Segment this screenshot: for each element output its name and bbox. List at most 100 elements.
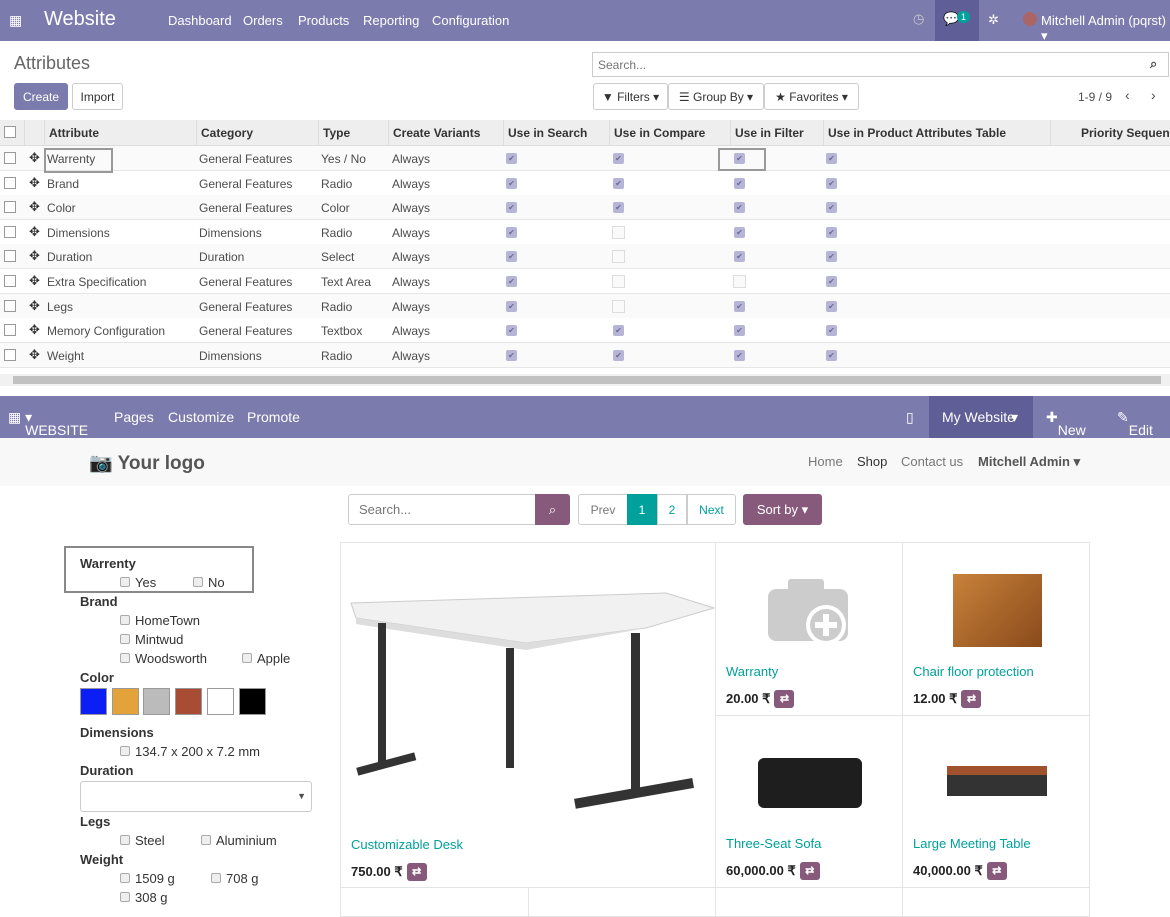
site-logo[interactable]: 📷 Your logo — [89, 451, 205, 475]
avatar[interactable] — [1023, 12, 1037, 26]
product-name[interactable]: Customizable Desk — [351, 837, 463, 852]
table-row[interactable]: ✥ Dimensions Dimensions Radio Always ✔ ✔ ✔ — [0, 219, 1170, 245]
product-card[interactable] — [528, 887, 716, 917]
color-swatch[interactable] — [80, 688, 107, 715]
col-use-in-compare[interactable]: Use in Compare — [609, 120, 709, 146]
drag-handle-icon[interactable]: ✥ — [29, 273, 40, 289]
search-input[interactable] — [592, 52, 1169, 77]
compare-icon[interactable]: ⇄ — [406, 863, 427, 881]
drag-handle-icon[interactable]: ✥ — [29, 248, 40, 264]
user-menu[interactable]: Mitchell Admin (pqrst) ▾ — [1041, 13, 1170, 44]
row-checkbox[interactable] — [4, 250, 16, 263]
favorites-button[interactable]: ★ Favorites ▾ — [764, 83, 859, 110]
col-category[interactable]: Category — [196, 120, 257, 146]
col-create-variants[interactable]: Create Variants — [388, 120, 484, 146]
product-card[interactable]: Warranty 20.00 ₹ ⇄ — [715, 542, 903, 716]
nav-home[interactable]: Home — [808, 454, 843, 469]
color-swatch[interactable] — [143, 688, 171, 715]
col-priority-sequence[interactable]: Priority Sequence — [1050, 120, 1170, 146]
drag-handle-icon[interactable]: ✥ — [29, 224, 40, 240]
menu-dashboard[interactable]: Dashboard — [168, 13, 232, 28]
import-button[interactable]: Import — [72, 83, 123, 110]
col-use-in-pat[interactable]: Use in Product Attributes Table — [823, 120, 1010, 146]
row-checkbox[interactable] — [4, 348, 16, 361]
table-row[interactable]: ✥ Weight Dimensions Radio Always ✔ ✔ ✔ ✔ — [0, 342, 1170, 368]
duration-select[interactable]: ▼ — [80, 781, 312, 812]
product-card[interactable]: Customizable Desk 750.00 ₹ ⇄ — [340, 542, 716, 888]
color-swatch[interactable] — [111, 688, 139, 715]
page-2[interactable]: 2 — [657, 494, 687, 525]
row-checkbox[interactable] — [4, 201, 16, 214]
apps-menu-icon[interactable]: ▦ — [9, 12, 22, 29]
drag-handle-icon[interactable]: ✥ — [29, 347, 40, 363]
filter-option[interactable]: HomeTown — [120, 613, 200, 628]
drag-handle-icon[interactable]: ✥ — [29, 322, 40, 338]
customize-menu[interactable]: Customize — [168, 409, 234, 425]
row-checkbox[interactable] — [4, 225, 16, 238]
product-card[interactable] — [715, 887, 903, 917]
menu-configuration[interactable]: Configuration — [432, 13, 509, 28]
product-card[interactable] — [902, 887, 1090, 917]
filter-option[interactable]: Steel — [120, 833, 165, 848]
shop-search-input[interactable] — [348, 494, 536, 525]
col-use-in-search[interactable]: Use in Search — [503, 120, 591, 146]
group-by-button[interactable]: ☰ Group By ▾ — [668, 83, 764, 110]
new-button[interactable]: ✚ New — [1046, 409, 1086, 438]
product-name[interactable]: Chair floor protection — [913, 664, 1034, 679]
page-1[interactable]: 1 — [627, 494, 657, 525]
filter-option[interactable]: Yes — [120, 575, 156, 590]
col-type[interactable]: Type — [318, 120, 354, 146]
table-row[interactable]: ✥ Legs General Features Radio Always ✔ ✔ ✔ — [0, 293, 1170, 319]
filter-option[interactable]: 1509 g — [120, 871, 175, 886]
debug-bug-icon[interactable]: ✲ — [988, 12, 999, 28]
row-checkbox[interactable] — [4, 176, 16, 189]
my-website-button[interactable]: My Website ▾ — [929, 396, 1033, 438]
nav-shop[interactable]: Shop — [857, 454, 887, 469]
drag-handle-icon[interactable]: ✥ — [29, 175, 40, 191]
filter-option[interactable]: 308 g — [120, 890, 168, 905]
menu-orders[interactable]: Orders — [243, 13, 283, 28]
filter-option[interactable]: 708 g — [211, 871, 259, 886]
compare-icon[interactable]: ⇄ — [799, 862, 820, 880]
prev-page[interactable]: Prev — [578, 494, 628, 525]
filter-option[interactable]: No — [193, 575, 225, 590]
row-checkbox[interactable] — [4, 324, 16, 337]
col-attribute[interactable]: Attribute — [44, 120, 103, 146]
compare-icon[interactable]: ⇄ — [774, 690, 795, 708]
horizontal-scrollbar[interactable] — [0, 374, 1170, 386]
drag-handle-icon[interactable]: ✥ — [29, 150, 40, 166]
pages-menu[interactable]: Pages — [114, 409, 154, 425]
promote-menu[interactable]: Promote — [247, 409, 300, 425]
filter-option[interactable]: Apple — [242, 651, 290, 666]
filter-option[interactable]: Mintwud — [120, 632, 183, 647]
edit-button[interactable]: ✎ Edit — [1117, 409, 1153, 438]
activity-clock-icon[interactable]: ◷ — [913, 11, 924, 27]
filters-button[interactable]: ▼ Filters ▾ — [593, 83, 668, 110]
website-menu[interactable]: ▦ WEBSITE ▾ — [8, 409, 88, 438]
mobile-preview-icon[interactable]: ▯ — [906, 409, 914, 426]
search-icon[interactable]: ⌕ — [1150, 56, 1157, 72]
product-card[interactable] — [340, 887, 529, 917]
pager-previous-icon[interactable]: ‹ — [1125, 87, 1130, 103]
color-swatch[interactable] — [238, 688, 266, 715]
filter-option[interactable]: 134.7 x 200 x 7.2 mm — [120, 744, 260, 759]
compare-icon[interactable]: ⇄ — [986, 862, 1007, 880]
color-swatch[interactable] — [175, 688, 203, 715]
table-row[interactable]: ✥ Extra Specification General Features Text… — [0, 269, 1170, 294]
product-card[interactable]: Chair floor protection 12.00 ₹ ⇄ — [902, 542, 1090, 716]
menu-products[interactable]: Products — [298, 13, 349, 28]
site-user-menu[interactable]: Mitchell Admin ▾ — [978, 454, 1080, 470]
product-name[interactable]: Three-Seat Sofa — [726, 836, 821, 851]
table-row[interactable]: ✥ Warrenty General Features Yes / No Always ✔… — [0, 146, 1170, 171]
col-use-in-filter[interactable]: Use in Filter — [730, 120, 808, 146]
table-row[interactable]: ✥ Color General Features Color Always ✔ ✔ ✔ ✔ — [0, 195, 1170, 221]
row-checkbox[interactable] — [4, 152, 16, 164]
next-page[interactable]: Next — [687, 494, 736, 525]
create-button[interactable]: Create — [14, 83, 68, 110]
table-row[interactable]: ✥ Duration Duration Select Always ✔ ✔ ✔ — [0, 244, 1170, 270]
product-card[interactable]: Three-Seat Sofa 60,000.00 ₹ ⇄ — [715, 715, 903, 888]
product-name[interactable]: Warranty — [726, 664, 778, 679]
filter-option[interactable]: Aluminium — [201, 833, 277, 848]
shop-search-button[interactable]: ⌕ — [535, 494, 570, 525]
menu-reporting[interactable]: Reporting — [363, 13, 419, 28]
